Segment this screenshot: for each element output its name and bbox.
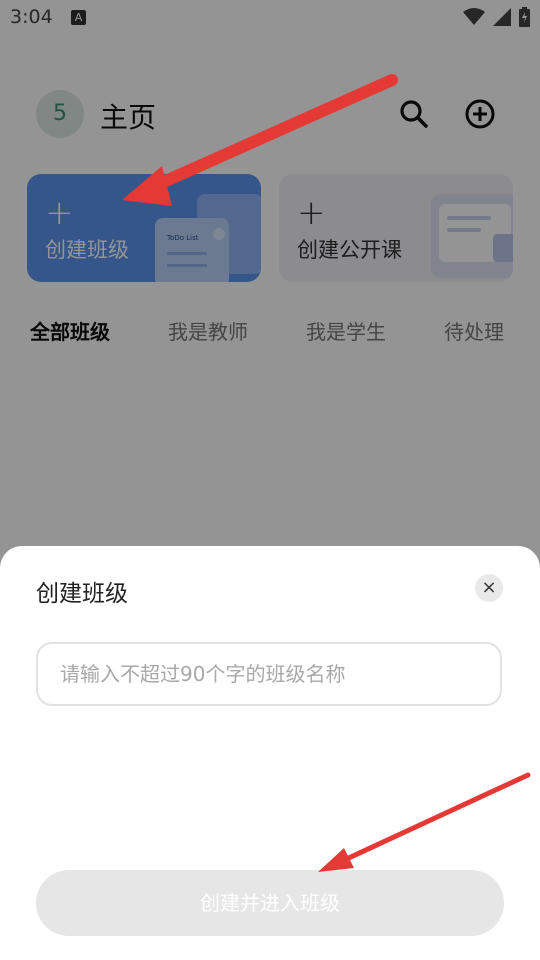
create-and-enter-button[interactable]: 创建并进入班级: [36, 870, 504, 936]
sheet-title: 创建班级: [36, 581, 128, 607]
class-name-input[interactable]: [36, 642, 502, 706]
create-class-sheet: 创建班级 × 创建并进入班级: [0, 546, 540, 960]
close-icon[interactable]: ×: [475, 574, 503, 602]
